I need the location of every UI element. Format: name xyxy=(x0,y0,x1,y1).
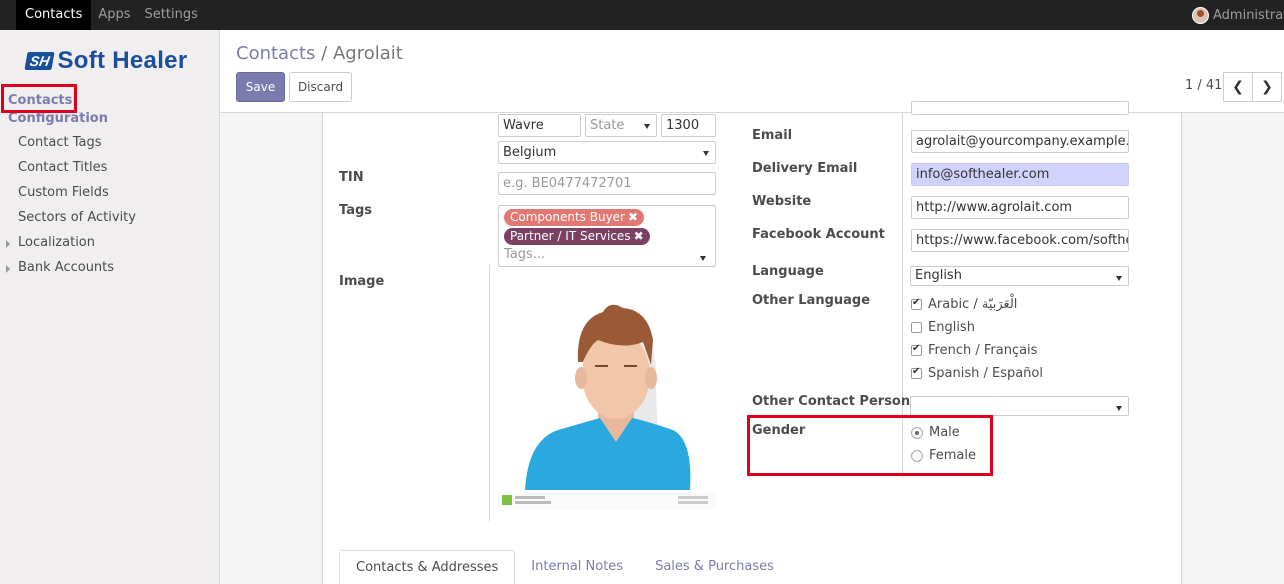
image-label: Image xyxy=(339,274,385,289)
remove-tag-icon[interactable]: ✖ xyxy=(628,210,638,224)
caret-down-icon[interactable] xyxy=(700,256,706,261)
email-field[interactable]: agrolait@yourcompany.example.com xyxy=(911,130,1129,153)
user-avatar xyxy=(1192,6,1209,24)
tab-contacts-addresses[interactable]: Contacts & Addresses xyxy=(339,550,516,584)
sidebar-item-contact-tags[interactable]: Contact Tags xyxy=(18,135,102,150)
other-contact-select[interactable] xyxy=(910,396,1129,416)
breadcrumb-current: Agrolait xyxy=(332,43,403,64)
chevron-right-icon: ❯ xyxy=(1261,79,1273,95)
language-select[interactable]: English xyxy=(910,266,1129,286)
tag-label: Partner / IT Services xyxy=(510,229,631,243)
city-field[interactable]: Wavre xyxy=(498,114,581,137)
sidebar-item-custom-fields[interactable]: Custom Fields xyxy=(18,185,109,200)
top-navbar: Contacts Apps Settings Administrator xyxy=(0,0,1284,30)
breadcrumb: Contacts / Agrolait xyxy=(236,43,403,64)
pager-next-button[interactable]: ❯ xyxy=(1252,72,1282,102)
left-sidebar: SH Soft Healer Contacts Configuration Co… xyxy=(0,30,220,584)
checkbox-unchecked-icon[interactable] xyxy=(911,322,922,333)
other-contact-label: Other Contact Person xyxy=(752,394,911,409)
sidebar-item-localization[interactable]: Localization xyxy=(6,235,95,250)
menu-apps[interactable]: Apps xyxy=(91,0,137,30)
website-label: Website xyxy=(752,194,812,209)
email-label: Email xyxy=(752,128,793,143)
tag-partner-it-services: Partner / IT Services ✖ xyxy=(504,228,650,245)
tab-sales-purchases[interactable]: Sales & Purchases xyxy=(639,550,790,584)
checkbox-english[interactable]: English xyxy=(911,320,975,335)
facebook-label: Facebook Account xyxy=(752,227,885,242)
checkbox-label: Spanish / Español xyxy=(928,366,1043,381)
delivery-email-label: Delivery Email xyxy=(752,161,858,176)
tin-field[interactable]: e.g. BE0477472701 xyxy=(498,172,716,195)
top-menu: Contacts Apps Settings xyxy=(16,0,205,30)
sidebar-section-configuration: Configuration xyxy=(8,111,108,126)
country-select[interactable]: Belgium xyxy=(498,141,716,164)
logo-text: Soft Healer xyxy=(57,47,188,74)
tags-field[interactable]: Components Buyer ✖ Partner / IT Services ✖… xyxy=(498,205,716,267)
delivery-email-field[interactable]: info@softhealer.com xyxy=(911,163,1129,186)
checkbox-spanish[interactable]: Spanish / Español xyxy=(911,366,1043,381)
save-button[interactable]: Save xyxy=(236,72,285,102)
state-select[interactable]: State xyxy=(585,114,657,137)
sidebar-item-contact-titles[interactable]: Contact Titles xyxy=(18,160,107,175)
facebook-field[interactable]: https://www.facebook.com/softhealer xyxy=(911,229,1129,252)
checkbox-arabic[interactable]: Arabic / الْعَرَبيّة xyxy=(911,297,1017,312)
highlight-box-gender xyxy=(747,415,993,476)
checkbox-label: French / Français xyxy=(928,343,1038,358)
checkbox-label: Arabic / الْعَرَبيّة xyxy=(928,297,1018,312)
tags-input[interactable]: Tags... xyxy=(504,247,545,262)
language-label: Language xyxy=(752,264,824,279)
notebook-tabs: Contacts & Addresses Internal Notes Sale… xyxy=(339,550,790,584)
user-name: Administrator xyxy=(1213,7,1284,23)
tag-label: Components Buyer xyxy=(510,210,625,224)
logo-mark: SH xyxy=(24,52,56,70)
street-field-partial[interactable] xyxy=(911,101,1129,115)
tin-label: TIN xyxy=(339,170,364,185)
checkbox-checked-icon[interactable] xyxy=(911,366,922,379)
avatar-illustration xyxy=(498,290,716,510)
sidebar-item-sectors-of-activity[interactable]: Sectors of Activity xyxy=(18,210,136,225)
checkbox-label: English xyxy=(928,320,975,335)
user-menu[interactable]: Administrator xyxy=(1192,0,1284,30)
checkbox-checked-icon[interactable] xyxy=(911,297,922,310)
website-field[interactable]: http://www.agrolait.com xyxy=(911,196,1129,219)
tag-components-buyer: Components Buyer ✖ xyxy=(504,209,645,226)
column-divider xyxy=(489,265,490,521)
zip-field[interactable]: 1300 xyxy=(661,114,716,137)
checkbox-checked-icon[interactable] xyxy=(911,343,922,356)
remove-tag-icon[interactable]: ✖ xyxy=(634,229,644,243)
checkbox-french[interactable]: French / Français xyxy=(911,343,1037,358)
contact-image[interactable] xyxy=(498,290,716,510)
breadcrumb-separator: / xyxy=(321,43,328,64)
highlight-box-contacts xyxy=(1,84,77,113)
chevron-left-icon: ❮ xyxy=(1232,79,1244,95)
pager-previous-button[interactable]: ❮ xyxy=(1223,72,1253,102)
sidebar-item-bank-accounts[interactable]: Bank Accounts xyxy=(5,260,114,275)
company-logo: SH Soft Healer xyxy=(24,47,188,74)
other-language-label: Other Language xyxy=(752,293,871,308)
menu-settings[interactable]: Settings xyxy=(138,0,205,30)
breadcrumb-contacts[interactable]: Contacts xyxy=(236,43,315,64)
pager-value[interactable]: 1 / 41 xyxy=(1185,78,1222,93)
tab-internal-notes[interactable]: Internal Notes xyxy=(515,550,639,584)
menu-contacts[interactable]: Contacts xyxy=(16,0,92,30)
discard-button[interactable]: Discard xyxy=(289,72,352,102)
tags-label: Tags xyxy=(339,203,373,218)
